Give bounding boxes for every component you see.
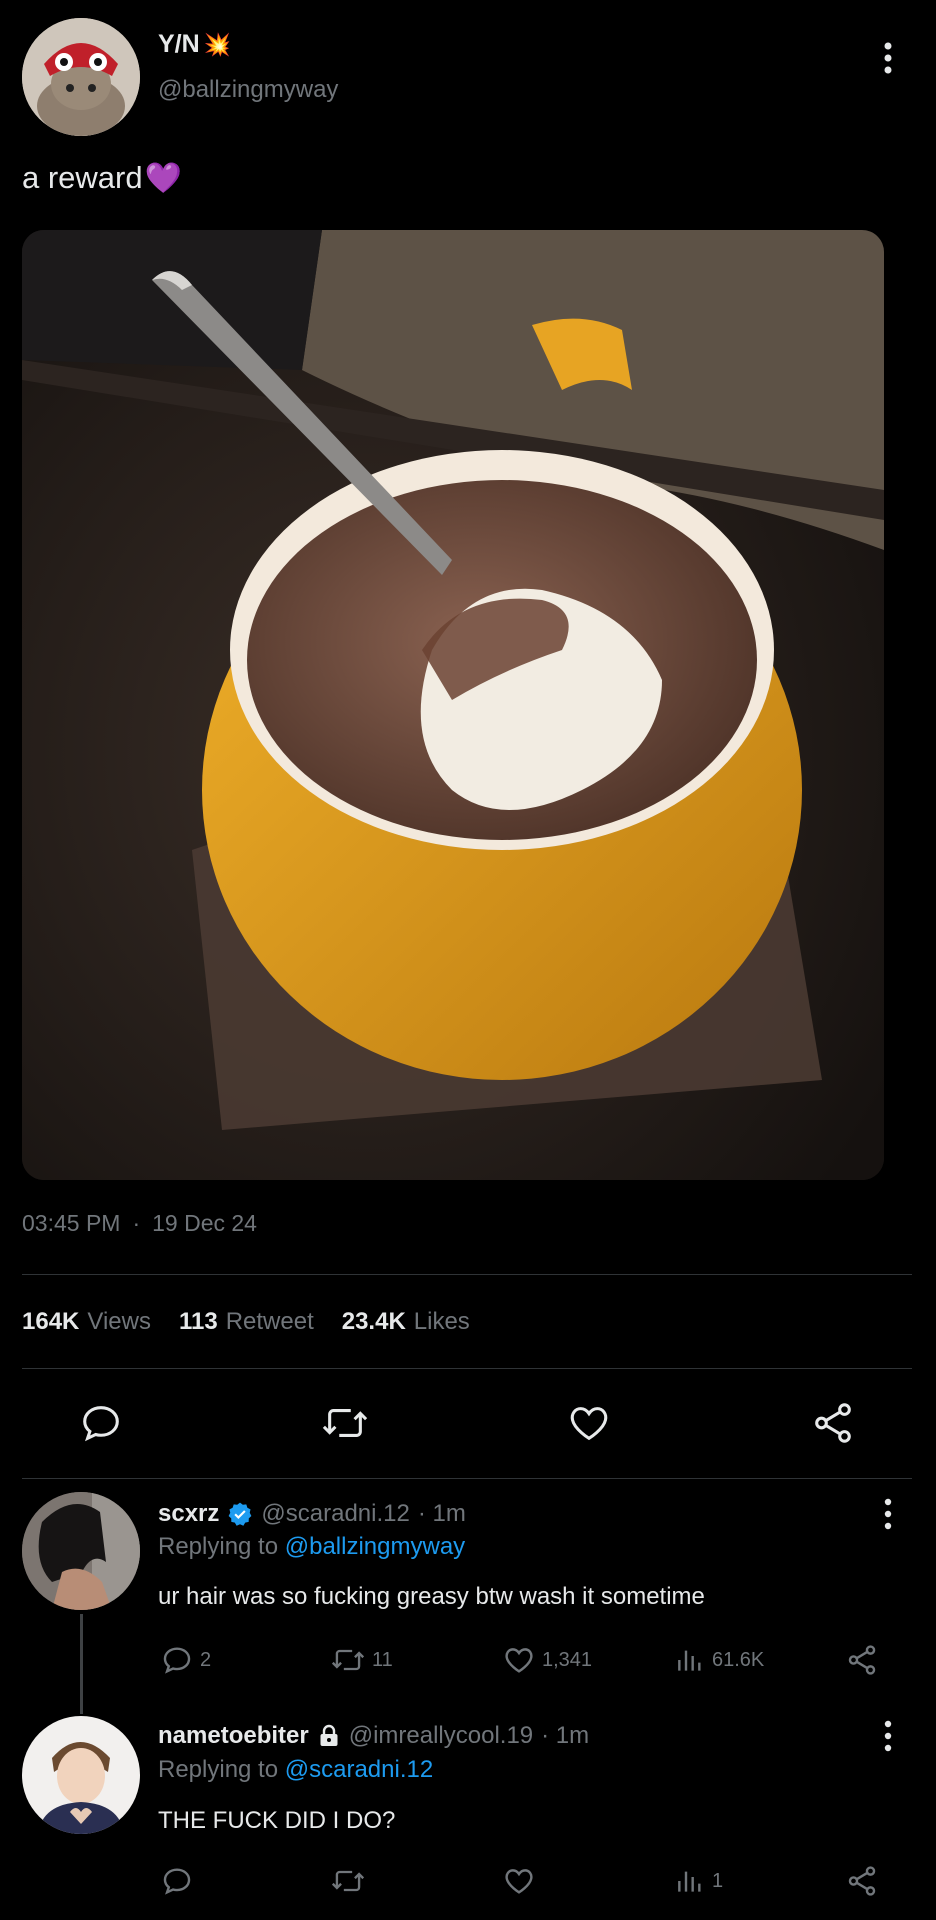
reply-icon[interactable] — [160, 1864, 194, 1898]
likes-stat[interactable]: 23.4K Likes — [342, 1308, 470, 1336]
replying-prefix: Replying to — [158, 1756, 279, 1783]
views-count: 164K — [22, 1308, 80, 1335]
retweets-count: 113 — [178, 1308, 218, 1335]
likes-label: Likes — [413, 1308, 470, 1335]
reply-icon — [160, 1643, 194, 1677]
retweets-stat[interactable]: 113 Retweet — [179, 1308, 314, 1336]
collision-emoji: 💥 — [203, 31, 232, 57]
replying-to: Replying to @ballzingmyway — [158, 1533, 465, 1561]
like-icon — [502, 1643, 536, 1677]
tweet-text-body: a reward — [22, 160, 143, 195]
more-vertical-icon[interactable] — [874, 1718, 902, 1754]
tweet-text: a reward 💜 — [22, 160, 182, 196]
like-action[interactable]: 1,341 — [502, 1643, 592, 1677]
tweet-stats: 164K Views 113 Retweet 23.4K Likes — [22, 1308, 470, 1336]
verified-icon — [227, 1501, 253, 1527]
author-handle[interactable]: @ballzingmyway — [158, 76, 338, 104]
replying-to-handle[interactable]: @ballzingmyway — [285, 1533, 465, 1560]
reply-author-name[interactable]: scxrz — [158, 1500, 219, 1528]
author-name-text: Y/N — [158, 30, 200, 58]
reply-author-handle[interactable]: @scaradni.12 — [261, 1500, 409, 1528]
reply-action[interactable]: 2 — [160, 1643, 211, 1677]
author-name[interactable]: Y/N 💥 — [158, 30, 231, 59]
retweet-icon — [330, 1643, 366, 1677]
reply-text: ur hair was so fucking greasy btw wash i… — [158, 1583, 705, 1610]
reply-time: · 1m — [417, 1500, 466, 1527]
reply-icon[interactable] — [78, 1400, 124, 1446]
replying-to-handle[interactable]: @scaradni.12 — [285, 1756, 433, 1783]
tweet-timestamp: 03:45 PM · 19 Dec 24 — [22, 1210, 257, 1237]
replying-prefix: Replying to — [158, 1533, 279, 1560]
like-icon[interactable] — [502, 1864, 536, 1898]
meta-separator: · — [132, 1210, 141, 1236]
share-icon[interactable] — [845, 1643, 879, 1677]
more-vertical-icon[interactable] — [874, 38, 902, 78]
purple-heart-emoji: 💜 — [144, 161, 182, 195]
views-icon — [674, 1864, 706, 1898]
lock-icon — [317, 1723, 341, 1749]
like-count: 1,341 — [542, 1648, 593, 1671]
divider — [22, 1368, 912, 1369]
reply-avatar[interactable] — [22, 1716, 140, 1834]
like-icon[interactable] — [566, 1400, 612, 1446]
retweets-label: Retweet — [225, 1308, 314, 1335]
tweet-time: 03:45 PM — [22, 1210, 121, 1236]
reply-avatar[interactable] — [22, 1492, 140, 1610]
views-icon — [674, 1643, 706, 1677]
likes-count: 23.4K — [341, 1308, 406, 1335]
reply-author-handle[interactable]: @imreallycool.19 — [349, 1722, 533, 1750]
divider — [22, 1478, 912, 1479]
thread-line — [80, 1614, 83, 1714]
reply-author-name[interactable]: nametoebiter — [158, 1722, 309, 1750]
reply-header: nametoebiter @imreallycool.19 · 1m — [158, 1722, 589, 1750]
views-stat[interactable]: 164K Views — [22, 1308, 151, 1336]
share-icon[interactable] — [810, 1400, 856, 1446]
divider — [22, 1274, 912, 1275]
reply-header: scxrz @scaradni.12 · 1m — [158, 1500, 466, 1528]
more-vertical-icon[interactable] — [874, 1496, 902, 1532]
tweet-date: 19 Dec 24 — [152, 1210, 257, 1236]
views-action[interactable]: 1 — [674, 1864, 723, 1898]
views-count: 61.6K — [712, 1648, 765, 1671]
retweet-action[interactable]: 11 — [330, 1643, 393, 1677]
reply-time: · 1m — [541, 1722, 590, 1749]
author-avatar[interactable] — [22, 18, 140, 136]
tweet-photo[interactable] — [22, 230, 884, 1180]
reply-count: 2 — [200, 1648, 212, 1671]
views-action[interactable]: 61.6K — [674, 1643, 764, 1677]
reply-text: THE FUCK DID I DO? — [158, 1807, 396, 1834]
retweet-icon[interactable] — [330, 1864, 366, 1898]
retweet-count: 11 — [372, 1648, 393, 1671]
views-count: 1 — [712, 1869, 724, 1892]
share-icon[interactable] — [845, 1864, 879, 1898]
replying-to: Replying to @scaradni.12 — [158, 1756, 433, 1784]
views-label: Views — [87, 1308, 151, 1335]
retweet-icon[interactable] — [320, 1400, 370, 1446]
